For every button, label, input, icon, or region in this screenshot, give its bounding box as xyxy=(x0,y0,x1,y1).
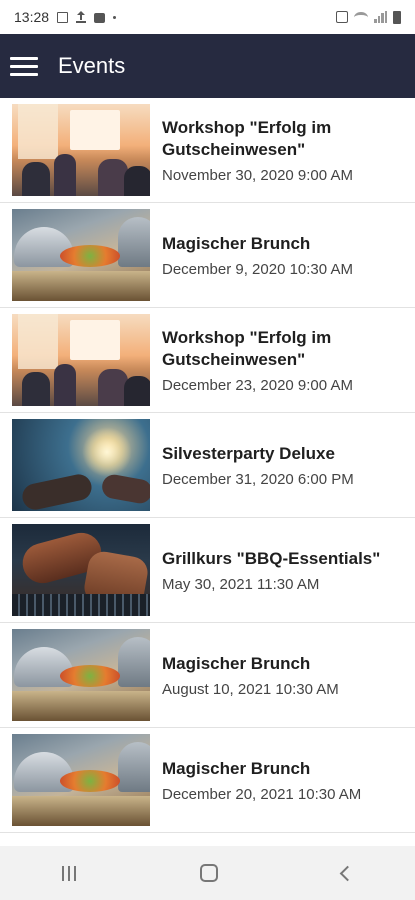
event-date: August 10, 2021 10:30 AM xyxy=(162,680,339,698)
wifi-icon xyxy=(354,11,368,23)
upload-notification-icon xyxy=(76,11,87,23)
app-bar: Events xyxy=(0,34,415,98)
event-date: December 9, 2020 10:30 AM xyxy=(162,260,353,278)
event-title: Workshop "Erfolg im Gutscheinwesen" xyxy=(162,117,332,159)
hamburger-icon[interactable] xyxy=(10,50,42,82)
recent-apps-icon[interactable] xyxy=(62,865,76,881)
event-item[interactable]: Magischer Brunch December 20, 2021 10:30… xyxy=(0,728,415,833)
event-title: Magischer Brunch xyxy=(162,653,311,673)
event-thumbnail xyxy=(12,209,150,301)
event-title: Silvesterparty Deluxe xyxy=(162,443,335,463)
event-list[interactable]: Workshop "Erfolg im Gutscheinwesen" Nove… xyxy=(0,98,415,846)
signal-icon xyxy=(374,11,387,23)
event-thumbnail xyxy=(12,314,150,406)
status-time: 13:28 xyxy=(14,9,50,25)
event-title: Magischer Brunch xyxy=(162,233,311,253)
event-thumbnail xyxy=(12,629,150,721)
mute-icon xyxy=(336,11,348,23)
event-thumbnail xyxy=(12,524,150,616)
event-item[interactable]: Silvesterparty Deluxe December 31, 2020 … xyxy=(0,413,415,518)
event-date: December 23, 2020 9:00 AM xyxy=(162,376,353,394)
event-thumbnail xyxy=(12,104,150,196)
event-item[interactable]: Workshop "Erfolg im Gutscheinwesen" Dece… xyxy=(0,308,415,413)
status-bar: 13:28 xyxy=(0,0,415,34)
event-date: November 30, 2020 9:00 AM xyxy=(162,166,353,184)
shopping-bag-notification-icon xyxy=(94,13,106,23)
event-item[interactable]: Magischer Brunch December 9, 2020 10:30 … xyxy=(0,203,415,308)
event-date: December 20, 2021 10:30 AM xyxy=(162,785,362,803)
back-icon[interactable] xyxy=(339,865,356,881)
event-date: May 30, 2021 11:30 AM xyxy=(162,575,320,593)
event-title: Magischer Brunch xyxy=(162,758,311,778)
page-title: Events xyxy=(58,53,126,78)
home-icon[interactable] xyxy=(200,864,218,882)
event-title: Grillkurs "BBQ-Essentials" xyxy=(162,548,381,568)
event-thumbnail xyxy=(12,419,150,511)
event-title: Workshop "Erfolg im Gutscheinwesen" xyxy=(162,327,332,369)
gallery-notification-icon xyxy=(57,11,69,23)
event-item[interactable]: Magischer Brunch August 10, 2021 10:30 A… xyxy=(0,623,415,728)
more-notifications-dot-icon xyxy=(113,15,117,19)
system-nav-bar xyxy=(0,846,415,900)
event-item[interactable]: Workshop "Erfolg im Gutscheinwesen" Nove… xyxy=(0,98,415,203)
event-item[interactable]: Grillkurs "BBQ-Essentials" May 30, 2021 … xyxy=(0,518,415,623)
event-date: December 31, 2020 6:00 PM xyxy=(162,470,354,488)
event-thumbnail xyxy=(12,734,150,826)
battery-icon xyxy=(393,10,401,24)
